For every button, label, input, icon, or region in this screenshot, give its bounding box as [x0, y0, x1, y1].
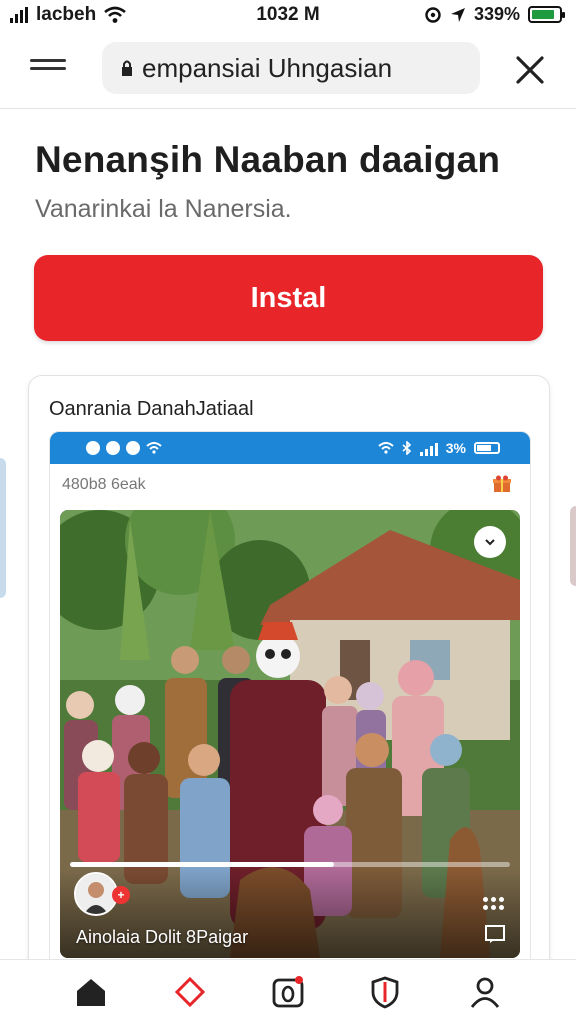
save-icon[interactable] — [484, 924, 506, 944]
url-bar[interactable]: empansiai Uhngasian — [102, 42, 480, 94]
gift-icon[interactable] — [492, 474, 512, 494]
page-content: Nenanşih Naaban daaigan Vanarinkai la Na… — [0, 109, 576, 977]
preview-header: 480b8 6eak — [50, 464, 530, 508]
diamond-icon[interactable] — [172, 974, 208, 1010]
play-icon[interactable] — [474, 526, 506, 558]
page-subtitle: Vanarinkai la Nanersia. — [35, 195, 292, 223]
home-icon[interactable] — [73, 974, 109, 1010]
url-text: empansiai Uhngasian — [142, 52, 393, 83]
location-icon — [450, 7, 465, 22]
preview-card: Oanrania DanahJatiaal 3% 480b8 6eak + Ai… — [28, 375, 550, 977]
phone-preview: 3% 480b8 6eak + Ainolaia Dolit 8Paigar — [49, 431, 531, 973]
status-bar: lacbeh 1032 M 339% — [0, 0, 576, 30]
video-progress-fill — [70, 862, 334, 867]
battery-percent: 339% — [473, 4, 520, 24]
preview-signal-icon — [419, 440, 438, 456]
camera-icon[interactable] — [270, 974, 306, 1010]
install-button[interactable]: Instal — [34, 255, 543, 341]
avatar-badge-icon: + — [112, 886, 130, 904]
preview-battery-text: 3% — [445, 440, 466, 456]
preview-status-bar: 3% — [50, 432, 530, 464]
right-carousel-peek[interactable] — [570, 506, 576, 586]
status-right: 339% — [424, 4, 565, 25]
more-icon[interactable] — [483, 897, 504, 910]
preview-wifi-icon — [146, 442, 162, 454]
shield-icon[interactable] — [367, 974, 403, 1010]
bottom-nav — [0, 959, 576, 1025]
lock-icon — [122, 60, 132, 76]
photo-caption: Ainolaia Dolit 8Paigar — [76, 927, 249, 947]
preview-wifi-icon-2 — [378, 442, 394, 454]
village-photo[interactable]: + Ainolaia Dolit 8Paigar — [60, 510, 520, 958]
card-title: Oanrania DanahJatiaal — [49, 398, 254, 420]
preview-bluetooth-icon — [402, 441, 411, 455]
preview-status-right: 3% — [378, 440, 500, 456]
menu-icon[interactable] — [30, 54, 66, 84]
page-title: Nenanşih Naaban daaigan — [35, 139, 501, 180]
app-bar: empansiai Uhngasian — [0, 30, 576, 109]
profile-icon[interactable] — [467, 974, 503, 1010]
battery-icon — [528, 6, 565, 23]
preview-status-icons — [86, 441, 162, 455]
sync-icon — [425, 6, 441, 23]
video-progress-bar[interactable] — [70, 862, 510, 867]
preview-battery-icon — [474, 442, 500, 454]
preview-header-text: 480b8 6eak — [62, 476, 146, 493]
left-carousel-peek[interactable] — [0, 458, 6, 598]
close-icon[interactable] — [512, 52, 548, 88]
